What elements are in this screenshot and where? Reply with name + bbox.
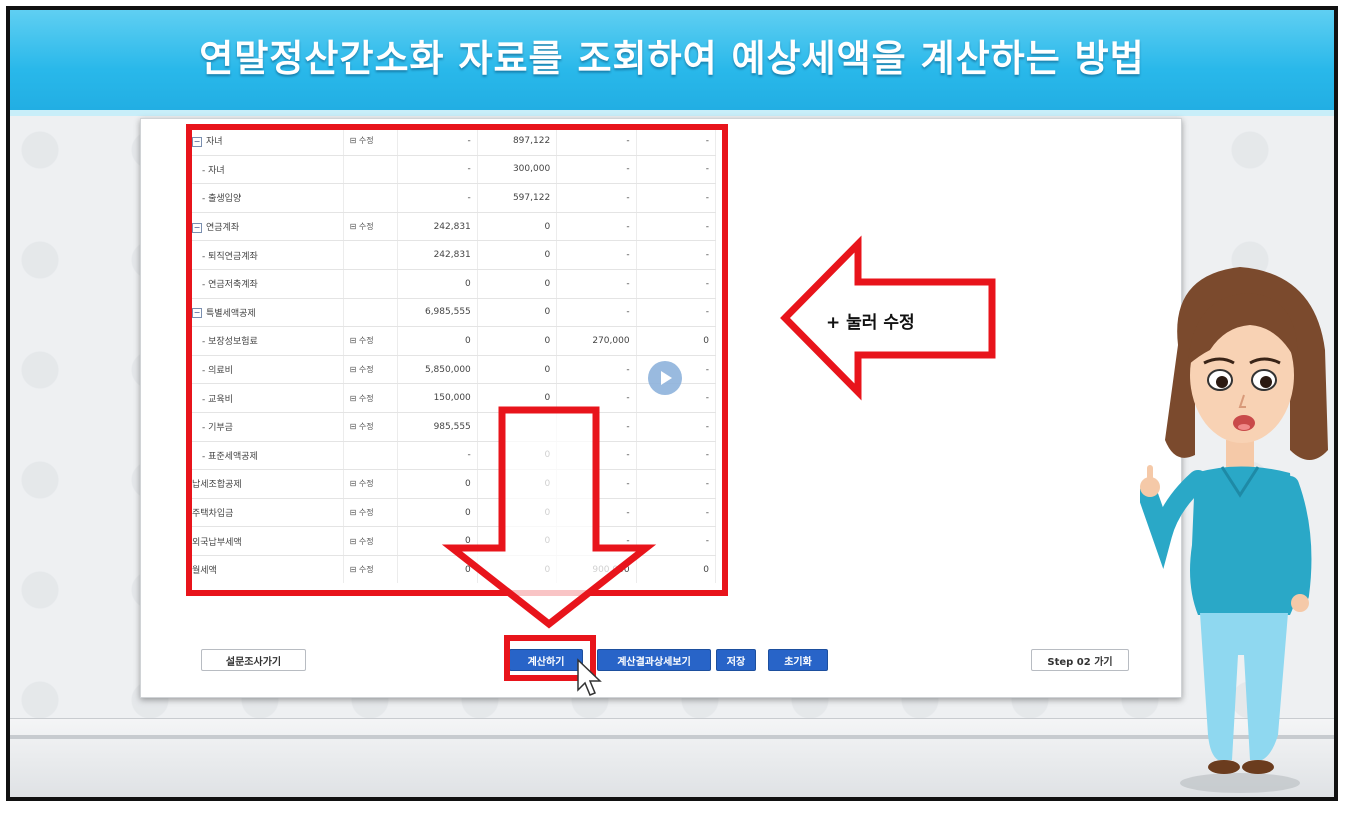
callout-text: + 눌러 수정 [826, 313, 915, 333]
presenter-character [1140, 267, 1328, 793]
mouse-cursor-icon [577, 658, 602, 696]
down-arrow-icon [441, 406, 657, 629]
